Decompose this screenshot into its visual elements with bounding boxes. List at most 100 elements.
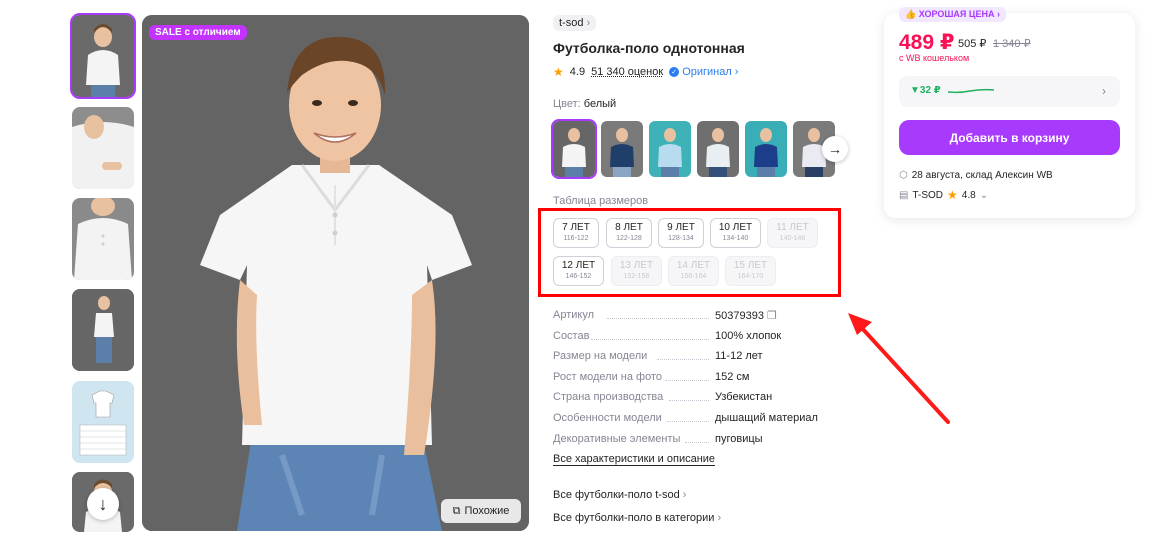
brand-category-link[interactable]: Все футболки-поло t-sod › [553, 489, 686, 501]
characteristic-row: Рост модели на фото 152 см [553, 371, 833, 383]
star-icon: ★ [947, 188, 958, 202]
color-value: белый [583, 98, 617, 110]
characteristic-label: Рост модели на фото [553, 371, 663, 383]
delivery-text: 28 августа, склад Алексин WB [911, 170, 1053, 181]
all-characteristics-link[interactable]: Все характеристики и описание [553, 453, 716, 466]
boy-in-polo-image [142, 15, 529, 531]
category-link[interactable]: Все футболки-поло в категории › [553, 512, 721, 524]
color-label-text: Цвет: [553, 98, 581, 110]
characteristic-value: 100% хлопок [715, 330, 782, 342]
arrow-right-icon: → [828, 141, 842, 157]
color-swatch-5-image [745, 121, 787, 177]
thumbnail-1[interactable] [70, 13, 136, 99]
leader-dots [667, 421, 709, 422]
original-badge[interactable]: ✓ Оригинал › [669, 66, 738, 78]
color-swatch-white-image [553, 121, 595, 177]
gallery-scroll-down-button[interactable]: ↓ [87, 488, 119, 520]
color-label: Цвет: белый [553, 98, 616, 110]
copy-icon[interactable]: ❐ [767, 310, 777, 322]
characteristic-label: Состав [553, 330, 590, 342]
characteristic-value: дышащий материал [715, 412, 818, 424]
characteristic-value: 11-12 лет [715, 350, 763, 362]
size-highlight-annotation [538, 208, 841, 297]
check-icon: ✓ [669, 67, 680, 77]
brand-link[interactable]: t-sod › [553, 15, 597, 31]
current-price: 489 ₽ [899, 31, 955, 54]
color-swatch-2[interactable] [601, 121, 643, 177]
rating-row: ★ 4.9 51 340 оценок ✓ Оригинал › [553, 65, 738, 79]
leader-dots [607, 318, 709, 319]
seller-name: T-SOD [912, 189, 944, 201]
article-number: 50379393 [715, 310, 764, 322]
good-price-label: ХОРОШАЯ ЦЕНА [918, 9, 995, 19]
shop-icon: ▤ [899, 189, 909, 201]
thumbnail-1-image [72, 15, 134, 97]
main-product-photo[interactable] [142, 15, 529, 531]
chevron-right-icon: › [734, 66, 739, 78]
good-price-badge[interactable]: 👍 ХОРОШАЯ ЦЕНА › [899, 7, 1006, 22]
characteristic-row: Состав 100% хлопок [553, 330, 833, 342]
characteristic-value: Узбекистан [715, 391, 773, 403]
thumbs-up-icon: 👍 [905, 9, 917, 19]
characteristic-label: Страна производства [553, 391, 664, 403]
chevron-right-icon: › [586, 17, 591, 29]
seller-rating: 4.8 [961, 189, 976, 201]
box-icon: ⬡ [899, 170, 908, 181]
characteristic-row: Особенности модели дышащий материал [553, 412, 833, 424]
characteristic-row: Артикул 50379393 ❐ [553, 309, 833, 322]
size-table-link[interactable]: Таблица размеров [553, 195, 648, 207]
leader-dots [591, 339, 709, 340]
thumbnail-3-image [72, 198, 134, 280]
category-link-label: Все футболки-поло в категории [553, 512, 715, 524]
thumbnail-2-image [72, 107, 134, 189]
color-swatch-2-image [601, 121, 643, 177]
seller-link[interactable]: ▤ T-SOD ★ 4.8 ⌄ [899, 188, 988, 202]
chevron-right-icon: › [717, 512, 722, 524]
thumbnail-5-image [72, 381, 134, 463]
color-swatch-3[interactable] [649, 121, 691, 177]
arrow-down-icon: ↓ [98, 493, 108, 514]
characteristic-value: пуговицы [715, 433, 763, 445]
similar-button-label: Похожие [464, 505, 510, 517]
chevron-right-icon: › [997, 9, 1000, 19]
image-search-icon: ⧉ [452, 504, 461, 517]
characteristic-label: Особенности модели [553, 412, 662, 424]
chevron-right-icon: › [682, 489, 687, 501]
star-icon: ★ [553, 65, 564, 79]
chevron-right-icon: › [1102, 84, 1106, 98]
thumbnail-5[interactable] [72, 381, 134, 463]
thumbnail-2[interactable] [72, 107, 134, 189]
characteristic-row: Страна производства Узбекистан [553, 391, 833, 403]
color-swatch-white[interactable] [551, 119, 597, 179]
thumbnail-4-image [72, 289, 134, 371]
price-drop-value: ▼32 ₽ [910, 85, 941, 96]
brand-category-label: Все футболки-поло t-sod [553, 489, 680, 501]
characteristic-row: Размер на модели 11-12 лет [553, 350, 833, 362]
leader-dots [657, 359, 709, 360]
add-to-cart-button[interactable]: Добавить в корзину [899, 120, 1120, 155]
price-without-wallet: 505 ₽ [958, 38, 987, 50]
color-swatch-3-image [649, 121, 691, 177]
leader-dots [669, 400, 709, 401]
characteristic-label: Артикул [553, 309, 595, 321]
characteristic-row: Декоративные элементы пуговицы [553, 433, 833, 445]
brand-name: t-sod [559, 17, 584, 29]
price-history-sparkline [948, 88, 995, 94]
wallet-note: с WB кошельком [899, 53, 970, 63]
thumbnail-4[interactable] [72, 289, 134, 371]
thumbnail-3[interactable] [72, 198, 134, 280]
leader-dots [685, 442, 709, 443]
original-label: Оригинал [682, 66, 732, 78]
delivery-info: ⬡ 28 августа, склад Алексин WB [899, 170, 1053, 181]
similar-button[interactable]: ⧉ Похожие [441, 499, 521, 523]
chevron-down-icon: ⌄ [979, 189, 989, 201]
leader-dots [665, 380, 709, 381]
product-title: Футболка-поло однотонная [553, 40, 745, 56]
sale-badge: SALE с отличием [149, 25, 247, 40]
color-swatch-4[interactable] [697, 121, 739, 177]
colors-next-button[interactable]: → [822, 136, 848, 162]
color-swatch-5[interactable] [745, 121, 787, 177]
reviews-link[interactable]: 51 340 оценок [591, 66, 663, 78]
original-price: 1 340 ₽ [993, 38, 1031, 50]
rating-value: 4.9 [569, 66, 586, 78]
